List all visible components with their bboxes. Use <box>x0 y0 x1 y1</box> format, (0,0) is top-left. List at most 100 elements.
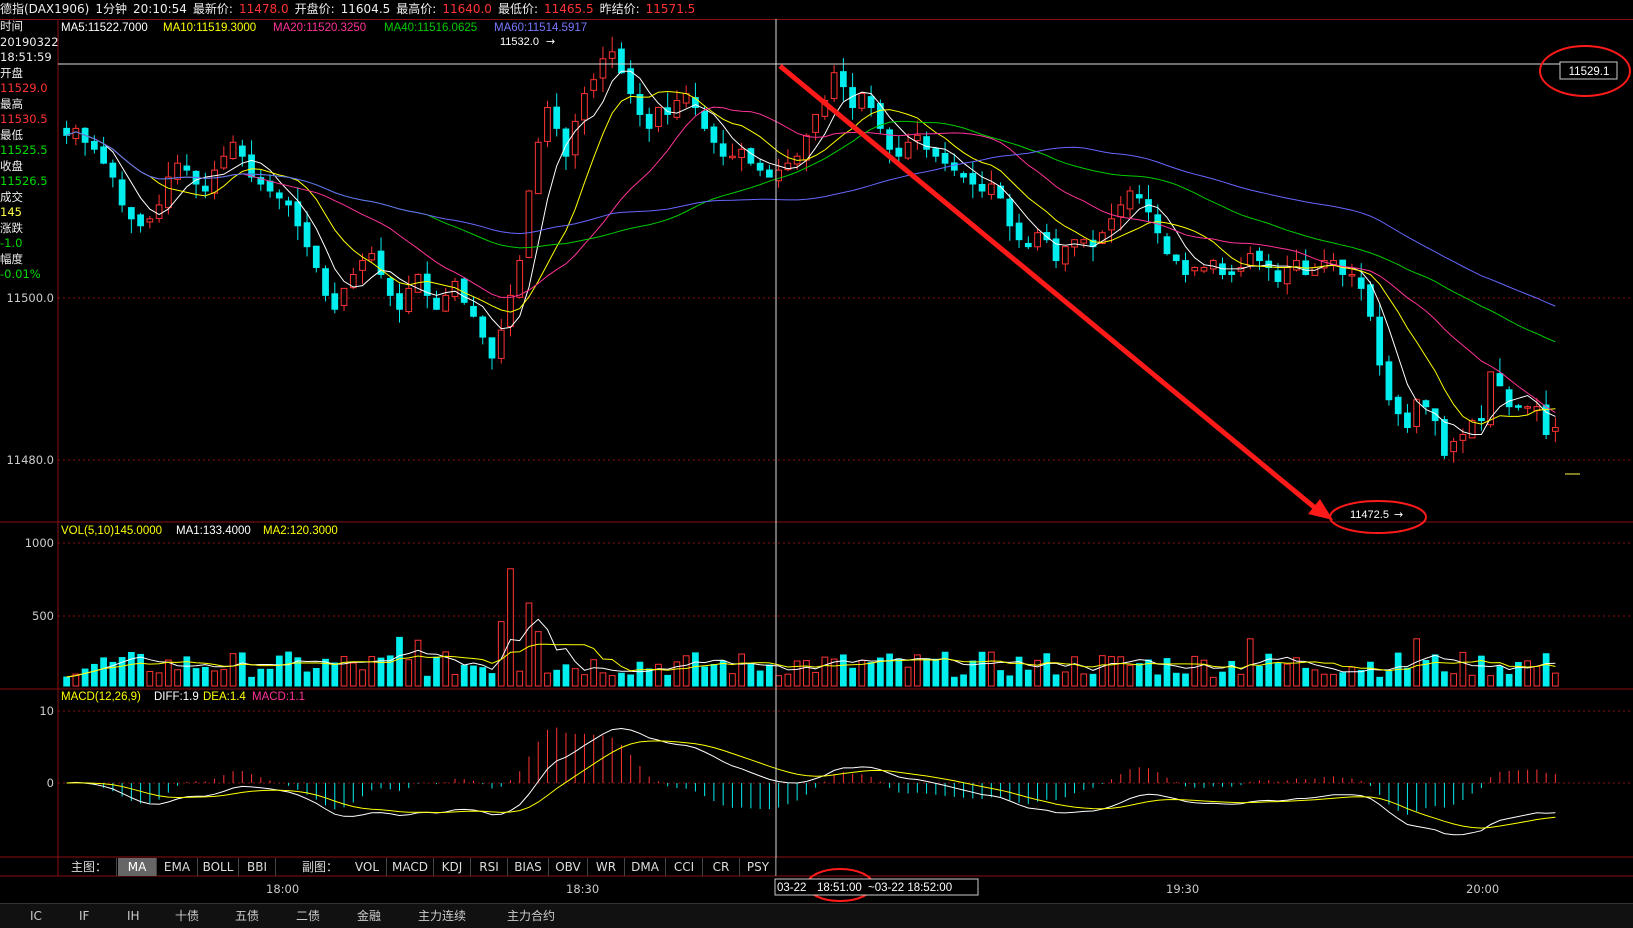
kline-chart[interactable]: 11529.1 11532.0 → 11472.5 → MA5:11522.70… <box>0 0 1633 927</box>
candle-body <box>1006 198 1014 227</box>
volume-bar <box>368 656 376 687</box>
tab-ema[interactable]: EMA <box>157 858 198 876</box>
candle-body <box>164 176 172 209</box>
volume-bar <box>571 668 579 687</box>
volume-bar <box>941 651 949 687</box>
tab-psy[interactable]: PSY <box>740 858 777 876</box>
tab-bias[interactable]: BIAS <box>508 858 549 876</box>
candle-body <box>701 110 709 129</box>
bottom-tab-2y[interactable]: 二债 <box>296 904 320 928</box>
candle-body <box>285 200 292 206</box>
tab-boll[interactable]: BOLL <box>198 858 239 876</box>
candle-body <box>1404 412 1411 429</box>
candle-body <box>155 204 163 219</box>
candle-body <box>1191 267 1199 272</box>
candle-body <box>1505 389 1513 408</box>
candle-body <box>803 134 810 161</box>
tab-kdj[interactable]: KDJ <box>434 858 471 876</box>
price-axis-11480: 11480.0 <box>6 453 54 467</box>
volume-bar <box>1487 675 1495 687</box>
volume-bar <box>1219 671 1226 687</box>
candle-body <box>1163 236 1171 255</box>
candle-body <box>229 141 237 160</box>
volume-bar <box>784 673 792 687</box>
volume-bar <box>137 653 144 687</box>
volume-bar <box>303 671 311 687</box>
bottom-tab-main-contract[interactable]: 主力合约 <box>507 904 555 928</box>
bottom-tab-10y[interactable]: 十债 <box>175 904 199 928</box>
volume-bar <box>544 672 551 687</box>
candle-body <box>766 169 773 178</box>
candle-body <box>553 106 561 129</box>
volume-bar <box>1320 673 1328 687</box>
candle-body <box>738 148 746 158</box>
bottom-tab-ic[interactable]: IC <box>30 904 42 928</box>
volume-bar <box>867 662 875 687</box>
candle-body <box>405 287 413 313</box>
bottom-tab-ih[interactable]: IH <box>127 904 140 928</box>
volume-bar <box>257 668 265 687</box>
candle-body <box>886 129 893 150</box>
volume-bar <box>470 665 477 687</box>
candle-body <box>1117 204 1125 218</box>
tab-ma[interactable]: MA <box>118 858 157 876</box>
volume-bar <box>1256 665 1263 687</box>
volume-bar <box>507 568 514 687</box>
volume-bar <box>627 674 635 687</box>
volume-bar <box>516 670 524 687</box>
volume-bar <box>608 675 616 687</box>
candle-body <box>858 93 866 109</box>
volume-bar <box>1524 660 1532 687</box>
volume-bar <box>904 666 912 687</box>
volume-bar <box>655 663 662 687</box>
volume-bar <box>562 664 570 687</box>
candle-body <box>1459 434 1467 441</box>
tab-rsi[interactable]: RSI <box>471 858 508 876</box>
candle-body <box>913 134 921 142</box>
volume-bar <box>1311 669 1319 687</box>
bottom-tab-5y[interactable]: 五债 <box>235 904 259 928</box>
candle-body <box>1496 373 1504 387</box>
volume-bar <box>618 672 625 687</box>
candle-body <box>109 162 117 178</box>
volume-bar <box>63 676 70 687</box>
volume-bar <box>1293 657 1300 687</box>
candle-body <box>1246 253 1254 267</box>
volume-bar <box>1385 671 1393 687</box>
tab-cci[interactable]: CCI <box>666 858 703 876</box>
ma10-line <box>66 90 1556 425</box>
volume-bar <box>599 672 607 687</box>
volume-bar <box>90 663 98 687</box>
tab-wr[interactable]: WR <box>588 858 625 876</box>
candle-body <box>386 277 394 296</box>
candle-body <box>1385 361 1393 401</box>
tab-dma[interactable]: DMA <box>625 858 666 876</box>
volume-bar <box>932 658 940 687</box>
bottom-tab-if[interactable]: IF <box>79 904 89 928</box>
candlestick-series <box>63 36 1559 463</box>
candle-body <box>839 71 847 88</box>
volume-bar <box>433 656 440 687</box>
candle-body <box>1413 399 1421 427</box>
bottom-tab-finance[interactable]: 金融 <box>357 904 381 928</box>
candle-body <box>618 48 625 74</box>
volume-bar <box>349 662 357 687</box>
tab-macd[interactable]: MACD <box>387 858 434 876</box>
bottom-tab-main-continuous[interactable]: 主力连续 <box>418 904 466 928</box>
tab-vol[interactable]: VOL <box>348 858 387 876</box>
volume-bar <box>1052 674 1060 687</box>
volume-bar <box>636 661 644 687</box>
volume-bar <box>1154 674 1162 687</box>
tab-obv[interactable]: OBV <box>549 858 588 876</box>
tab-cr[interactable]: CR <box>703 858 740 876</box>
volume-bar <box>1191 655 1199 687</box>
time-axis-1830: 18:30 <box>566 882 600 896</box>
candle-body <box>201 185 209 192</box>
candle-body <box>442 294 450 312</box>
candle-body <box>1311 267 1319 276</box>
volume-bar <box>1237 673 1245 687</box>
tab-bbi[interactable]: BBI <box>239 858 276 876</box>
volume-bar <box>1209 676 1217 687</box>
candle-body <box>1172 254 1180 262</box>
candle-body <box>488 337 496 359</box>
